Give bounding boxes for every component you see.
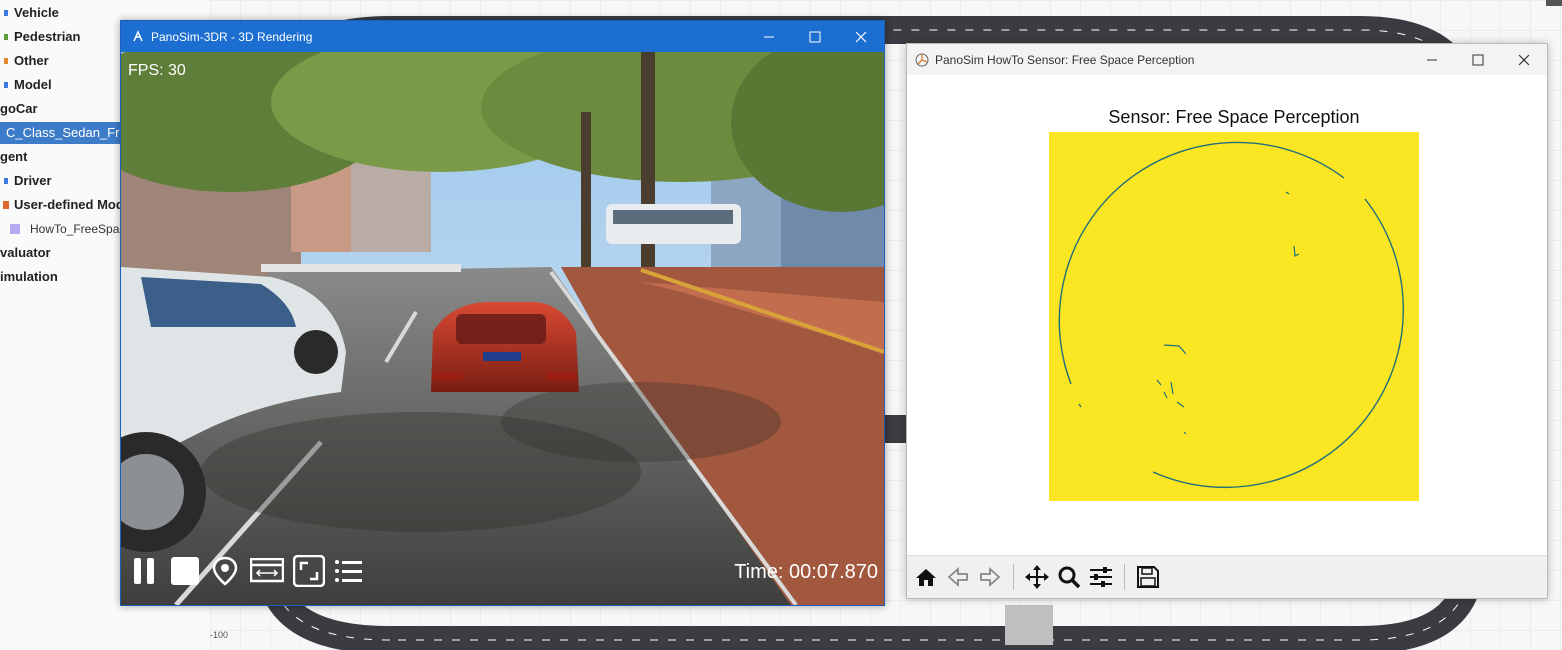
plot-title: Sensor: Free Space Perception	[1108, 107, 1360, 127]
swap-view-button[interactable]	[249, 555, 285, 587]
stop-button[interactable]	[169, 555, 201, 587]
free-space-background	[1049, 132, 1419, 501]
minimize-button[interactable]	[746, 21, 792, 52]
tree-item-user-defined[interactable]: User-defined Mod	[2, 194, 124, 216]
close-button[interactable]	[1501, 44, 1547, 75]
location-button[interactable]	[209, 555, 241, 587]
save-button[interactable]	[1133, 562, 1163, 592]
tree-item-label: goCar	[0, 101, 38, 116]
module-icon	[10, 224, 20, 234]
3d-scene-render	[121, 52, 884, 605]
matplotlib-app-icon	[915, 53, 929, 66]
pan-button[interactable]	[1022, 562, 1052, 592]
home-button[interactable]	[911, 562, 941, 592]
tree-item-label: Other	[14, 53, 49, 68]
tree-item-howto[interactable]: HowTo_FreeSpac	[10, 218, 125, 240]
maximize-icon	[1472, 54, 1484, 65]
toolbar-separator	[1124, 564, 1125, 590]
minimize-icon	[764, 36, 774, 37]
tree-item-label: User-defined Mod	[14, 197, 124, 212]
tree-item-pedestrian[interactable]: Pedestrian	[2, 26, 80, 48]
minimize-button[interactable]	[1409, 44, 1455, 75]
tree-item-evaluator[interactable]: valuator	[0, 242, 51, 264]
maximize-button[interactable]	[792, 21, 838, 52]
plot-window-title: PanoSim HowTo Sensor: Free Space Percept…	[935, 52, 1195, 67]
axis-tick-label: -100	[210, 630, 229, 640]
tree-item-selected-vehicle[interactable]: C_Class_Sedan_Free	[0, 122, 136, 144]
close-icon	[855, 31, 867, 42]
tree-item-label: imulation	[0, 269, 58, 284]
maximize-icon	[809, 31, 821, 42]
3d-viewport[interactable]: FPS: 30 Time: 00:07.870	[121, 52, 884, 605]
pan-icon	[1025, 565, 1049, 589]
tree-node-icon	[2, 32, 10, 42]
pause-button[interactable]	[129, 555, 161, 587]
tree-item-label: valuator	[0, 245, 51, 260]
pause-icon	[134, 558, 154, 584]
render-window-titlebar[interactable]: PanoSim-3DR - 3D Rendering	[121, 21, 884, 52]
fps-counter: FPS: 30	[128, 62, 186, 79]
close-button[interactable]	[838, 21, 884, 52]
maximize-button[interactable]	[1455, 44, 1501, 75]
render-window-title: PanoSim-3DR - 3D Rendering	[151, 29, 313, 44]
fullscreen-button[interactable]	[293, 555, 325, 587]
playback-controls	[129, 555, 365, 587]
tree-item-label: Pedestrian	[14, 29, 81, 44]
location-icon	[212, 556, 238, 586]
close-icon	[1518, 54, 1530, 65]
tree-node-icon	[2, 176, 10, 186]
panosim-app-icon	[131, 29, 145, 44]
back-button[interactable]	[943, 562, 973, 592]
plot-toolbar	[907, 555, 1547, 598]
tree-item-other[interactable]: Other	[2, 50, 49, 72]
configure-icon	[1090, 567, 1112, 587]
zoom-icon	[1058, 566, 1081, 589]
tree-item-label: Model	[14, 77, 52, 92]
tree-item-simulation[interactable]: imulation	[0, 266, 58, 288]
tree-node-icon	[2, 8, 10, 18]
toolbar-separator	[1013, 564, 1014, 590]
stop-icon	[171, 557, 199, 585]
fullscreen-icon	[293, 555, 325, 587]
simulation-time: Time: 00:07.870	[734, 561, 878, 583]
free-space-image[interactable]	[1049, 132, 1419, 501]
forward-icon	[980, 566, 1001, 588]
back-icon	[947, 566, 968, 588]
tree-item-model[interactable]: Model	[2, 74, 52, 96]
plot-area[interactable]: Sensor: Free Space Perception	[907, 75, 1547, 555]
sensor-plot-window[interactable]: PanoSim HowTo Sensor: Free Space Percept…	[906, 43, 1548, 599]
tree-item-egocar[interactable]: goCar	[0, 98, 38, 120]
plot-window-titlebar[interactable]: PanoSim HowTo Sensor: Free Space Percept…	[907, 44, 1547, 75]
list-button[interactable]	[333, 555, 365, 587]
tree-item-driver[interactable]: Driver	[2, 170, 52, 192]
save-icon	[1137, 566, 1159, 588]
tree-node-icon	[2, 200, 10, 210]
minimize-icon	[1427, 59, 1437, 60]
list-icon	[335, 560, 362, 582]
home-icon	[916, 569, 936, 586]
forward-button[interactable]	[975, 562, 1005, 592]
configure-subplots-button[interactable]	[1086, 562, 1116, 592]
tree-item-agent[interactable]: gent	[0, 146, 27, 168]
tree-item-label: Vehicle	[14, 5, 59, 20]
tree-item-label: Driver	[14, 173, 52, 188]
render-window[interactable]: PanoSim-3DR - 3D Rendering FPS: 30 Time:…	[120, 20, 885, 606]
tree-node-icon	[2, 56, 10, 66]
tree-node-icon	[2, 80, 10, 90]
tree-item-label: C_Class_Sedan_Free	[6, 125, 134, 140]
tree-item-label: HowTo_FreeSpac	[30, 222, 126, 236]
tree-item-label: gent	[0, 149, 28, 164]
swap-view-icon	[250, 558, 284, 583]
tree-item-vehicle[interactable]: Vehicle	[2, 2, 59, 24]
zoom-button[interactable]	[1054, 562, 1084, 592]
